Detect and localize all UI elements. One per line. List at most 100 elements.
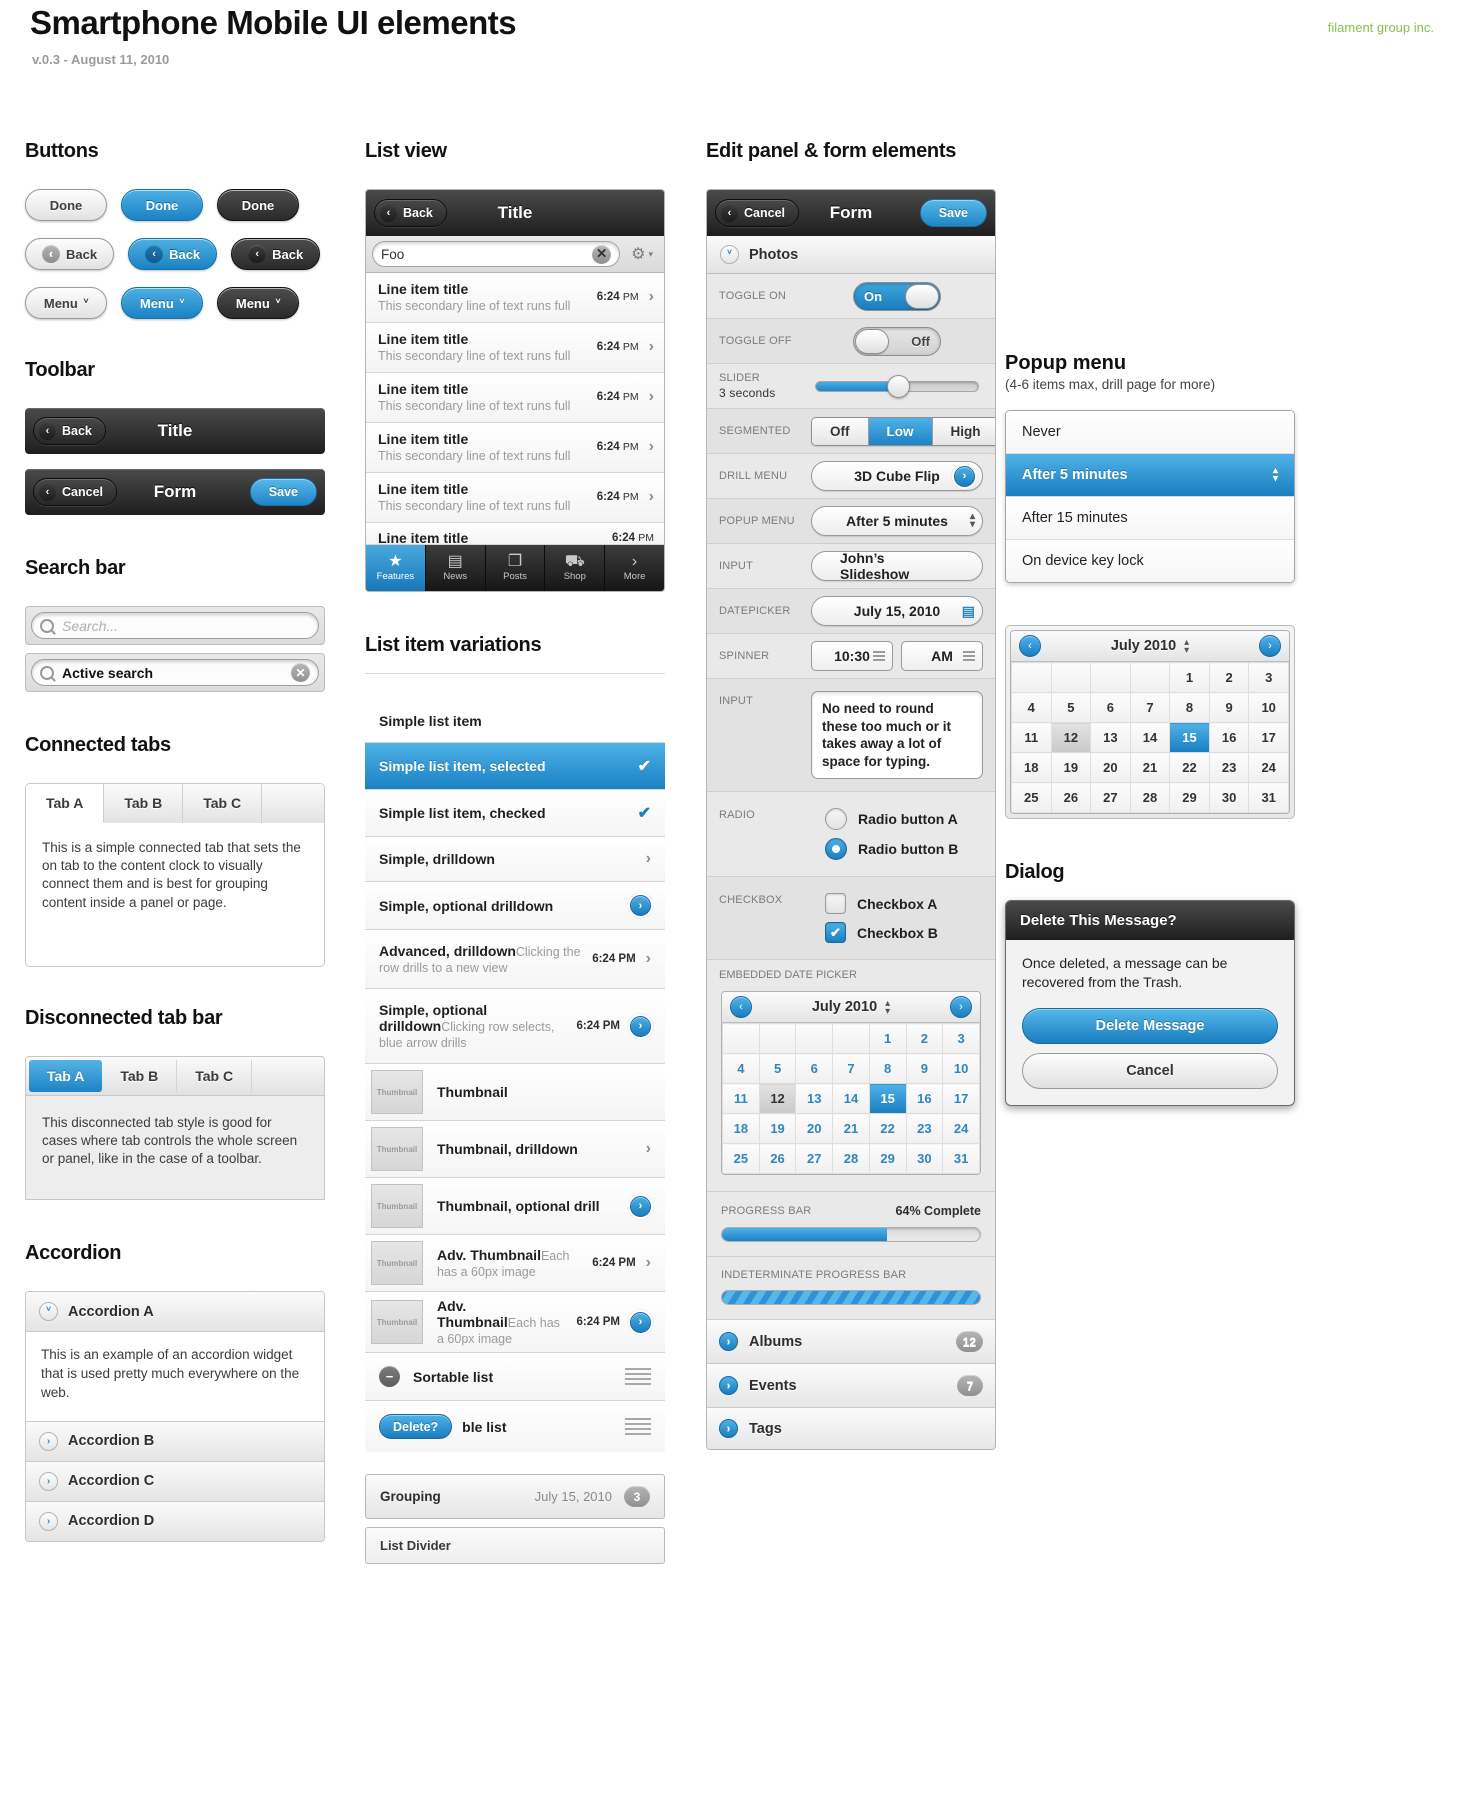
delete-message-button[interactable]: Delete Message <box>1022 1007 1278 1044</box>
updown-icon[interactable]: ▴ ▾ <box>1184 638 1189 656</box>
day-cell[interactable]: 4 <box>722 1053 760 1085</box>
day-cell[interactable]: 21 <box>832 1113 870 1145</box>
dtab-c[interactable]: Tab C <box>177 1060 253 1092</box>
done-button-dark[interactable]: Done <box>217 189 299 221</box>
clear-icon[interactable]: ✕ <box>592 244 612 264</box>
done-button-light[interactable]: Done <box>25 189 107 221</box>
row-advanced-optional[interactable]: Simple, optional drilldownClicking row s… <box>365 989 665 1064</box>
day-cell[interactable]: 25 <box>722 1143 760 1175</box>
day-cell[interactable]: 26 <box>758 1143 797 1175</box>
segment-low[interactable]: Low <box>868 417 933 445</box>
drag-handle-icon[interactable] <box>625 1418 651 1435</box>
day-cell[interactable]: 22 <box>1169 752 1210 783</box>
accordion-header-c[interactable]: › Accordion C <box>26 1461 324 1502</box>
toolbar-cancel-button[interactable]: ‹ Cancel <box>33 478 117 506</box>
text-input[interactable]: John’s Slideshow <box>811 550 983 582</box>
day-cell[interactable]: 2 <box>905 1023 944 1055</box>
search-field[interactable]: Search... <box>31 612 319 639</box>
day-cell[interactable]: 8 <box>868 1053 907 1085</box>
tab-c[interactable]: Tab C <box>183 784 263 823</box>
day-cell[interactable]: 6 <box>1090 692 1131 723</box>
list-item[interactable]: Line item title This secondary line of te… <box>366 473 664 523</box>
drill-arrow-icon[interactable]: › <box>630 1015 651 1037</box>
day-cell[interactable]: 29 <box>868 1143 907 1175</box>
folder-tags[interactable]: › Tags <box>707 1408 995 1450</box>
accordion-header-a[interactable]: ⱽ Accordion A <box>26 1292 324 1332</box>
day-cell[interactable]: 25 <box>1011 782 1052 813</box>
updown-icon[interactable]: ▴ ▾ <box>885 999 890 1017</box>
calendar-icon[interactable]: ▤ <box>962 603 975 620</box>
drag-handle-icon[interactable] <box>625 1368 651 1385</box>
tabbar-item-shop[interactable]: ⛟ Shop <box>545 545 606 591</box>
day-cell[interactable]: 3 <box>942 1023 980 1055</box>
list-item[interactable]: Line item title This secondary line of te… <box>366 323 664 373</box>
day-cell[interactable]: 23 <box>1208 752 1250 783</box>
drill-arrow-icon[interactable]: › <box>630 895 651 916</box>
day-cell[interactable]: 29 <box>1169 782 1210 813</box>
popup-item-never[interactable]: Never <box>1006 411 1294 454</box>
drill-arrow-icon[interactable]: › <box>630 1195 651 1217</box>
day-cell[interactable]: 22 <box>868 1113 907 1145</box>
folder-albums[interactable]: › Albums 12 <box>707 1320 995 1365</box>
day-cell[interactable]: 21 <box>1129 752 1171 783</box>
tab-a[interactable]: Tab A <box>26 784 105 823</box>
day-cell[interactable]: 24 <box>942 1113 980 1145</box>
day-cell[interactable]: 2 <box>1208 662 1250 693</box>
dialog-cancel-button[interactable]: Cancel <box>1022 1052 1278 1089</box>
day-cell[interactable]: 20 <box>1090 752 1131 783</box>
edit-panel-group-header[interactable]: ⱽ Photos <box>707 236 995 274</box>
list-item[interactable]: Line item title This secondary line of te… <box>366 273 664 323</box>
prev-month-icon[interactable]: ‹ <box>1019 635 1041 657</box>
day-cell[interactable]: 30 <box>905 1143 944 1175</box>
dtab-b[interactable]: Tab B <box>102 1060 178 1092</box>
day-cell[interactable]: 28 <box>1129 782 1171 813</box>
day-cell[interactable]: 9 <box>1208 692 1250 723</box>
day-cell[interactable]: 18 <box>1011 752 1052 783</box>
grouping-row[interactable]: Grouping July 15, 2010 3 <box>365 1474 665 1519</box>
remove-icon[interactable]: − <box>379 1366 400 1387</box>
row-thumbnail[interactable]: Thumbnail Thumbnail <box>365 1064 665 1121</box>
tabbar-item-more[interactable]: › More <box>605 545 664 591</box>
popup-item-after-5[interactable]: After 5 minutes ▴ ▾ <box>1006 454 1294 497</box>
day-cell[interactable]: 16 <box>1208 722 1250 753</box>
day-cell-today[interactable]: 12 <box>758 1083 797 1115</box>
date-picker-input[interactable]: July 15, 2010 ▤ <box>811 596 983 626</box>
prev-month-icon[interactable]: ‹ <box>730 996 752 1019</box>
slider-knob[interactable] <box>887 374 911 398</box>
next-month-icon[interactable]: › <box>950 996 972 1019</box>
drill-arrow-icon[interactable]: › <box>630 1311 651 1333</box>
day-cell[interactable]: 11 <box>1011 722 1052 753</box>
accordion-header-d[interactable]: › Accordion D <box>26 1501 324 1541</box>
list-item[interactable]: Line item title 6:24 PM <box>366 523 664 545</box>
spinner-time[interactable]: 10:30 <box>811 641 893 671</box>
drill-menu-select[interactable]: 3D Cube Flip › <box>811 461 983 491</box>
day-cell[interactable]: 13 <box>795 1083 834 1115</box>
day-cell[interactable]: 10 <box>1248 692 1289 723</box>
day-cell[interactable]: 26 <box>1050 782 1092 813</box>
radio-option-b[interactable]: Radio button B <box>825 834 958 864</box>
row-checked[interactable]: Simple list item, checked ✔ <box>365 790 665 837</box>
row-optional-drilldown[interactable]: Simple, optional drilldown › <box>365 882 665 930</box>
segment-off[interactable]: Off <box>812 417 869 445</box>
tab-b[interactable]: Tab B <box>104 784 184 823</box>
textarea-input[interactable]: No need to round these too much or it ta… <box>811 691 983 780</box>
row-advanced-drilldown[interactable]: Advanced, drilldownClicking the row dril… <box>365 930 665 989</box>
delete-button[interactable]: Delete? <box>379 1414 453 1439</box>
day-cell[interactable]: 14 <box>832 1083 870 1115</box>
row-adv-thumbnail[interactable]: Thumbnail Adv. ThumbnailEach has a 60px … <box>365 1235 665 1292</box>
day-cell[interactable]: 5 <box>1050 692 1092 723</box>
accordion-header-b[interactable]: › Accordion B <box>26 1421 324 1462</box>
popup-item-after-15[interactable]: After 15 minutes <box>1006 497 1294 540</box>
day-cell[interactable]: 3 <box>1248 662 1289 693</box>
drill-arrow-icon[interactable]: › <box>954 465 975 487</box>
next-month-icon[interactable]: › <box>1259 635 1281 657</box>
day-cell-selected[interactable]: 15 <box>1169 722 1210 753</box>
day-cell[interactable]: 30 <box>1208 782 1250 813</box>
day-cell[interactable]: 19 <box>758 1113 797 1145</box>
list-item[interactable]: Line item title This secondary line of te… <box>366 373 664 423</box>
popup-menu-select[interactable]: After 5 minutes ▴ ▾ <box>811 506 983 536</box>
row-drilldown[interactable]: Simple, drilldown › <box>365 837 665 882</box>
edit-cancel-button[interactable]: ‹ Cancel <box>715 199 799 227</box>
day-cell[interactable]: 24 <box>1248 752 1289 783</box>
row-thumbnail-drilldown[interactable]: Thumbnail Thumbnail, drilldown › <box>365 1121 665 1178</box>
